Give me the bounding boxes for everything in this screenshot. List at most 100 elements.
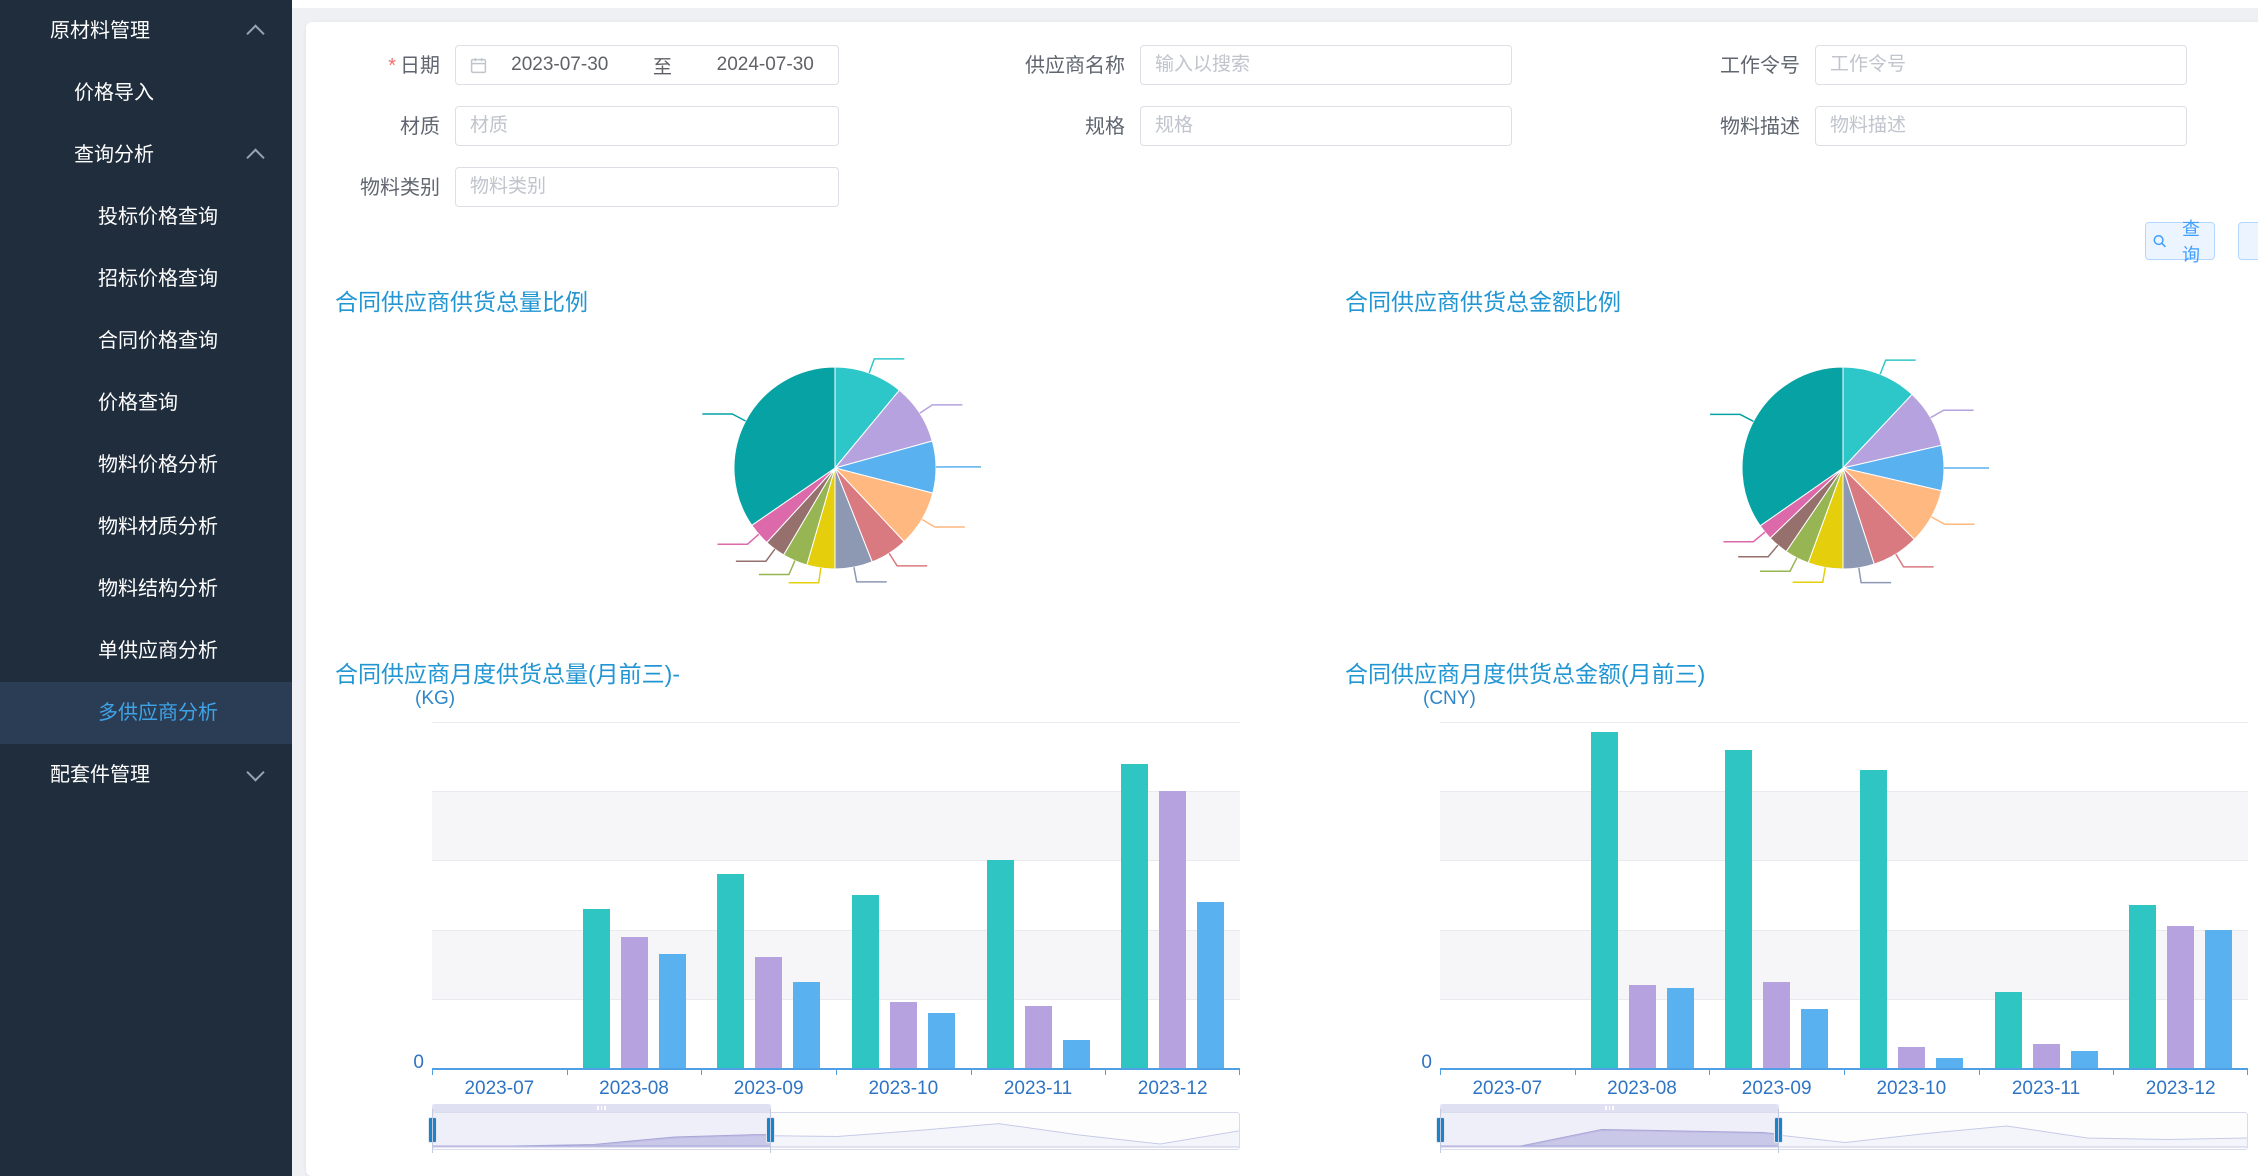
- sidebar-item-2[interactable]: 查询分析: [0, 124, 292, 186]
- x-axis-label: 2023-08: [567, 1078, 702, 1100]
- grip-dot: [597, 1106, 599, 1110]
- sidebar-item-8[interactable]: 物料材质分析: [0, 496, 292, 558]
- bar-series-0: [852, 895, 879, 1068]
- sidebar-item-3[interactable]: 投标价格查询: [0, 186, 292, 248]
- grid-band: [1440, 791, 2248, 860]
- gridline: [432, 999, 1240, 1000]
- datazoom-handle-right[interactable]: [766, 1117, 775, 1143]
- bar-series-2: [1667, 988, 1694, 1068]
- sidebar-item-label: 物料材质分析: [98, 516, 218, 538]
- material-category-input[interactable]: [455, 167, 839, 207]
- x-axis-tick: [836, 1068, 837, 1075]
- sidebar-item-7[interactable]: 物料价格分析: [0, 434, 292, 496]
- spec-label: 规格: [935, 106, 1125, 148]
- x-axis-tick: [1239, 1068, 1240, 1075]
- grid-band: [1440, 999, 2248, 1068]
- grid-band: [432, 722, 1240, 791]
- x-axis-label: 2023-07: [432, 1078, 567, 1100]
- bar-series-1: [1025, 1006, 1052, 1068]
- work-order-input[interactable]: [1815, 45, 2187, 85]
- gridline: [432, 791, 1240, 792]
- sidebar-item-6[interactable]: 价格查询: [0, 372, 292, 434]
- x-axis-tick: [2247, 1068, 2248, 1075]
- grid-band: [432, 860, 1240, 929]
- x-axis-tick: [432, 1068, 433, 1075]
- material-label: 材质: [306, 106, 440, 148]
- datazoom-selected-range[interactable]: [1440, 1104, 1779, 1148]
- bar-series-1: [755, 957, 782, 1068]
- x-axis-tick: [1844, 1068, 1845, 1075]
- x-axis-tick: [701, 1068, 702, 1075]
- datazoom-handle-right[interactable]: [1774, 1117, 1783, 1143]
- sidebar-item-label: 合同价格查询: [98, 330, 218, 352]
- datazoom-handle-left[interactable]: [428, 1117, 437, 1143]
- pie-label-line: [702, 414, 745, 421]
- work-order-label: 工作令号: [1630, 45, 1800, 87]
- gridline: [1440, 930, 2248, 931]
- date-start-value[interactable]: 2023-07-30: [487, 54, 633, 76]
- grip-dot: [1612, 1106, 1614, 1110]
- spec-input[interactable]: [1140, 106, 1512, 146]
- bar-series-2: [1801, 1009, 1828, 1068]
- bar-series-2: [2071, 1051, 2098, 1068]
- datazoom-preview: [1440, 1112, 1779, 1148]
- sidebar-item-0[interactable]: 原材料管理: [0, 0, 292, 62]
- bar1-title: 合同供应商月度供货总量(月前三)-: [335, 655, 680, 689]
- material-desc-input[interactable]: [1815, 106, 2187, 146]
- x-axis-tick: [971, 1068, 972, 1075]
- sidebar-item-label: 价格查询: [98, 392, 178, 414]
- sidebar-item-5[interactable]: 合同价格查询: [0, 310, 292, 372]
- sidebar-item-4[interactable]: 招标价格查询: [0, 248, 292, 310]
- pie-label-line: [854, 567, 887, 582]
- datazoom-handle-left[interactable]: [1436, 1117, 1445, 1143]
- supplier-input[interactable]: [1140, 45, 1512, 85]
- gridline: [1440, 722, 2248, 723]
- pie-chart-supply-quantity[interactable]: [645, 305, 1065, 645]
- bar-series-1: [890, 1002, 917, 1068]
- bar2-datazoom-slider[interactable]: [1440, 1104, 2248, 1170]
- bar-series-1: [2167, 926, 2194, 1068]
- pie-label-line: [1760, 558, 1797, 571]
- bar-series-0: [583, 909, 610, 1068]
- sidebar-item-10[interactable]: 单供应商分析: [0, 620, 292, 682]
- material-category-label: 物料类别: [306, 167, 440, 209]
- pie1-title: 合同供应商供货总量比例: [335, 283, 588, 317]
- gridline: [432, 860, 1240, 861]
- date-separator: 至: [633, 52, 693, 79]
- sidebar-item-12[interactable]: 配套件管理: [0, 744, 292, 806]
- date-end-value[interactable]: 2024-07-30: [693, 54, 839, 76]
- bar-series-0: [1725, 750, 1752, 1068]
- bar2-y-zero-label: 0: [1406, 1052, 1432, 1074]
- pie-label-line: [1896, 554, 1934, 567]
- x-axis-tick: [1440, 1068, 1441, 1075]
- datazoom-move-handle[interactable]: [1440, 1104, 1779, 1112]
- datazoom-move-handle[interactable]: [432, 1104, 771, 1112]
- bar-series-1: [1763, 982, 1790, 1069]
- date-range-input[interactable]: 2023-07-30 至 2024-07-30: [455, 45, 839, 85]
- pie-label-line: [718, 534, 759, 544]
- bar-series-2: [793, 982, 820, 1069]
- sidebar-item-11[interactable]: 多供应商分析: [0, 682, 292, 744]
- bar-chart-monthly-quantity[interactable]: [432, 722, 1240, 1070]
- secondary-button-partial[interactable]: [2238, 222, 2258, 260]
- bar-series-1: [621, 937, 648, 1068]
- pie-label-line: [922, 519, 965, 527]
- bar2-unit-label: (CNY): [1423, 688, 1476, 710]
- bar-series-2: [1936, 1058, 1963, 1068]
- bar1-datazoom-slider[interactable]: [432, 1104, 1240, 1170]
- material-input[interactable]: [455, 106, 839, 146]
- bar-series-0: [717, 874, 744, 1068]
- gridline: [1440, 791, 2248, 792]
- bar-series-2: [659, 954, 686, 1068]
- query-button[interactable]: 查询: [2145, 222, 2215, 260]
- bar-series-1: [1159, 791, 1186, 1068]
- bar-chart-monthly-amount[interactable]: [1440, 722, 2248, 1070]
- date-label: *日期: [306, 45, 440, 87]
- pie-chart-supply-amount[interactable]: [1653, 305, 2073, 645]
- datazoom-selected-range[interactable]: [432, 1104, 771, 1148]
- sidebar-item-9[interactable]: 物料结构分析: [0, 558, 292, 620]
- sidebar-item-label: 物料结构分析: [98, 578, 218, 600]
- sidebar-item-1[interactable]: 价格导入: [0, 62, 292, 124]
- x-axis-label: 2023-07: [1440, 1078, 1575, 1100]
- pie2-title: 合同供应商供货总金额比例: [1345, 283, 1621, 317]
